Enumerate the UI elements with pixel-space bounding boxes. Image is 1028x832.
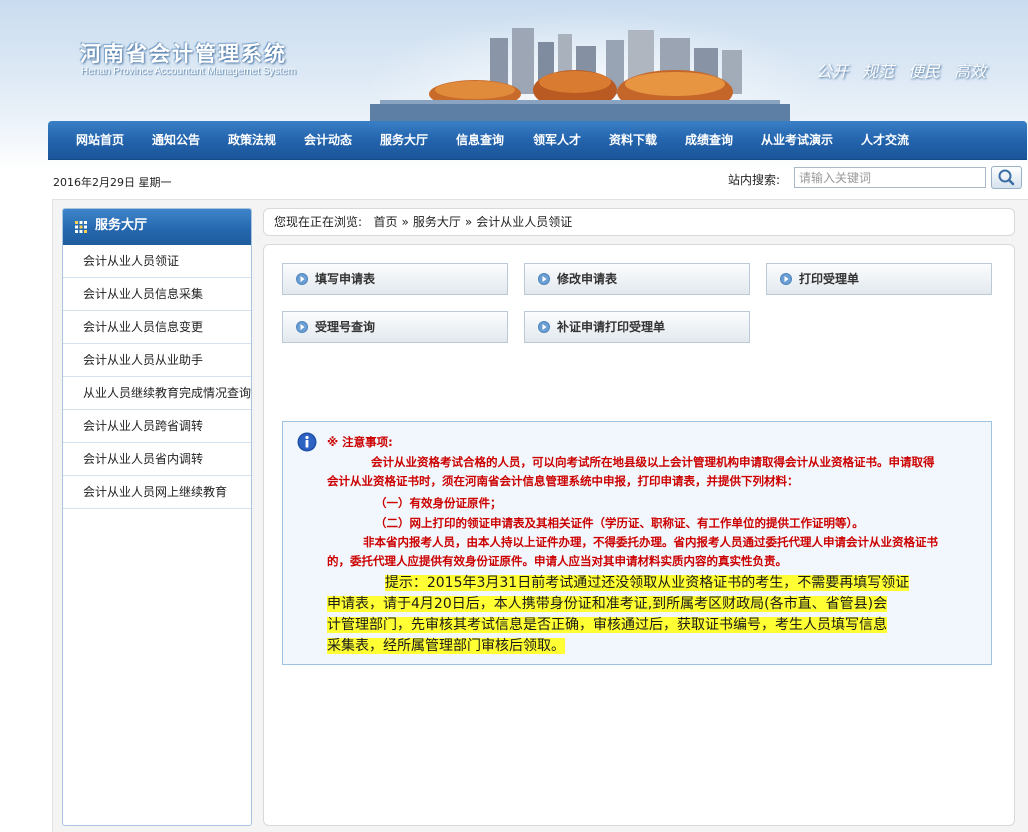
- breadcrumb-service-hall[interactable]: 服务大厅: [413, 215, 461, 229]
- receipt-number-query-label: 受理号查询: [315, 320, 376, 334]
- breadcrumb-separator: »: [401, 215, 409, 229]
- sidebar-item-online-education[interactable]: 会计从业人员网上继续教育: [63, 476, 251, 509]
- notice-item2: （二）网上打印的领证申请表及其相关证件（学历证、职称证、有工作单位的提供工作证明…: [375, 516, 864, 530]
- breadcrumb-current: 会计从业人员领证: [476, 215, 573, 229]
- print-receipt-label: 打印受理单: [799, 272, 860, 286]
- nav-downloads[interactable]: 资料下载: [609, 121, 657, 160]
- nav-score-query[interactable]: 成绩查询: [685, 121, 733, 160]
- breadcrumb-home[interactable]: 首页: [374, 215, 398, 229]
- arrow-right-icon: [296, 273, 308, 285]
- receipt-number-query-button[interactable]: 受理号查询: [282, 311, 508, 343]
- notice-heading: ※ 注意事项:: [327, 435, 393, 449]
- slogans: 公开 规范 便民 高效: [816, 58, 1000, 82]
- sidebar-item-info-collection[interactable]: 会计从业人员信息采集: [63, 278, 251, 311]
- nav-leading-talents[interactable]: 领军人才: [533, 121, 581, 160]
- notice-para2-line1: 非本省内报考人员，由本人持以上证件办理，不得委托办理。省内报考人员通过委托代理人…: [363, 535, 938, 549]
- main-nav: 网站首页 通知公告 政策法规 会计动态 服务大厅 信息查询 领军人才 资料下载 …: [48, 121, 1027, 160]
- info-icon: [297, 432, 317, 452]
- site-title: 河南省会计管理系统: [80, 42, 287, 66]
- breadcrumb: 您现在正在浏览: 首页» 服务大厅» 会计从业人员领证: [263, 208, 1015, 236]
- slogan-convenient: 便民: [908, 62, 941, 81]
- sidebar-item-education-query[interactable]: 从业人员继续教育完成情况查询: [63, 377, 251, 410]
- sidebar-title: 服务大厅: [95, 218, 148, 233]
- arrow-right-icon: [780, 273, 792, 285]
- nav-talent-exchange[interactable]: 人才交流: [861, 121, 909, 160]
- modify-application-button[interactable]: 修改申请表: [524, 263, 750, 295]
- slogan-efficient: 高效: [954, 62, 987, 81]
- site-subtitle: Henan Province Accountant Managemet Syst…: [81, 66, 297, 77]
- notice-tip-line3: 计管理部门，先审核其考试信息是否正确，审核通过后，获取证书编号，考生人员填写信息: [327, 617, 887, 633]
- breadcrumb-prefix: 您现在正在浏览:: [274, 215, 363, 229]
- notice-para1-line2: 会计从业资格证书时，须在河南省会计信息管理系统中申报，打印申请表，并提供下列材料…: [327, 474, 799, 488]
- arrow-right-icon: [538, 321, 550, 333]
- nav-accounting-news[interactable]: 会计动态: [304, 121, 352, 160]
- sidebar-item-in-province[interactable]: 会计从业人员省内调转: [63, 443, 251, 476]
- notice-tip-line2: 申请表，请于4月20日后，本人携带身份证和准考证,到所属考区财政局(各市直、省管…: [327, 596, 888, 612]
- reissue-print-receipt-label: 补证申请打印受理单: [557, 320, 666, 334]
- sidebar-item-assistant[interactable]: 会计从业人员从业助手: [63, 344, 251, 377]
- sidebar-item-info-change[interactable]: 会计从业人员信息变更: [63, 311, 251, 344]
- current-date: 2016年2月29日 星期一: [53, 176, 172, 189]
- notice-item1: （一）有效身份证原件；: [375, 496, 502, 510]
- sidebar-header: 服务大厅: [63, 209, 251, 245]
- nav-info-query[interactable]: 信息查询: [456, 121, 504, 160]
- sidebar-item-get-certificate[interactable]: 会计从业人员领证: [63, 245, 251, 278]
- notice-para2-line2: 的，委托代理人应提供有效身份证原件。申请人应当对其申请材料实质内容的真实性负责。: [327, 554, 787, 568]
- notice-tip-line1: 提示：2015年3月31日前考试通过还没领取从业资格证书的考生，不需要再填写领证: [384, 575, 910, 591]
- arrow-right-icon: [538, 273, 550, 285]
- grid-icon: [75, 221, 87, 233]
- search-input[interactable]: [794, 167, 986, 188]
- modify-application-label: 修改申请表: [557, 272, 618, 286]
- slogan-open: 公开: [816, 62, 849, 81]
- city-skyline-image: [370, 28, 790, 122]
- fill-application-button[interactable]: 填写申请表: [282, 263, 508, 295]
- slogan-standard: 规范: [862, 62, 895, 81]
- notice-para1-line1: 会计从业资格考试合格的人员，可以向考试所在地县级以上会计管理机构申请取得会计从业…: [371, 455, 935, 469]
- nav-service-hall[interactable]: 服务大厅: [380, 121, 428, 160]
- fill-application-label: 填写申请表: [315, 272, 376, 286]
- reissue-print-receipt-button[interactable]: 补证申请打印受理单: [524, 311, 750, 343]
- magnifier-icon: [998, 169, 1015, 186]
- notice-tip: 提示：2015年3月31日前考试通过还没领取从业资格证书的考生，不需要再填写领证…: [327, 573, 977, 657]
- print-receipt-button[interactable]: 打印受理单: [766, 263, 992, 295]
- sidebar-menu: 会计从业人员领证 会计从业人员信息采集 会计从业人员信息变更 会计从业人员从业助…: [63, 245, 251, 509]
- breadcrumb-separator: »: [464, 215, 473, 229]
- search-button[interactable]: [991, 166, 1022, 189]
- nav-notices[interactable]: 通知公告: [152, 121, 200, 160]
- nav-exam-demo[interactable]: 从业考试演示: [761, 121, 833, 160]
- sidebar-item-cross-province[interactable]: 会计从业人员跨省调转: [63, 410, 251, 443]
- notice-tip-line4: 采集表，经所属管理部门审核后领取。: [327, 638, 565, 654]
- arrow-right-icon: [296, 321, 308, 333]
- search-label: 站内搜索:: [728, 173, 781, 187]
- nav-home[interactable]: 网站首页: [76, 121, 124, 160]
- sidebar: 服务大厅 会计从业人员领证 会计从业人员信息采集 会计从业人员信息变更 会计从业…: [62, 208, 252, 826]
- nav-policies[interactable]: 政策法规: [228, 121, 276, 160]
- notice-box: ※ 注意事项: 会计从业资格考试合格的人员，可以向考试所在地县级以上会计管理机构…: [282, 421, 992, 665]
